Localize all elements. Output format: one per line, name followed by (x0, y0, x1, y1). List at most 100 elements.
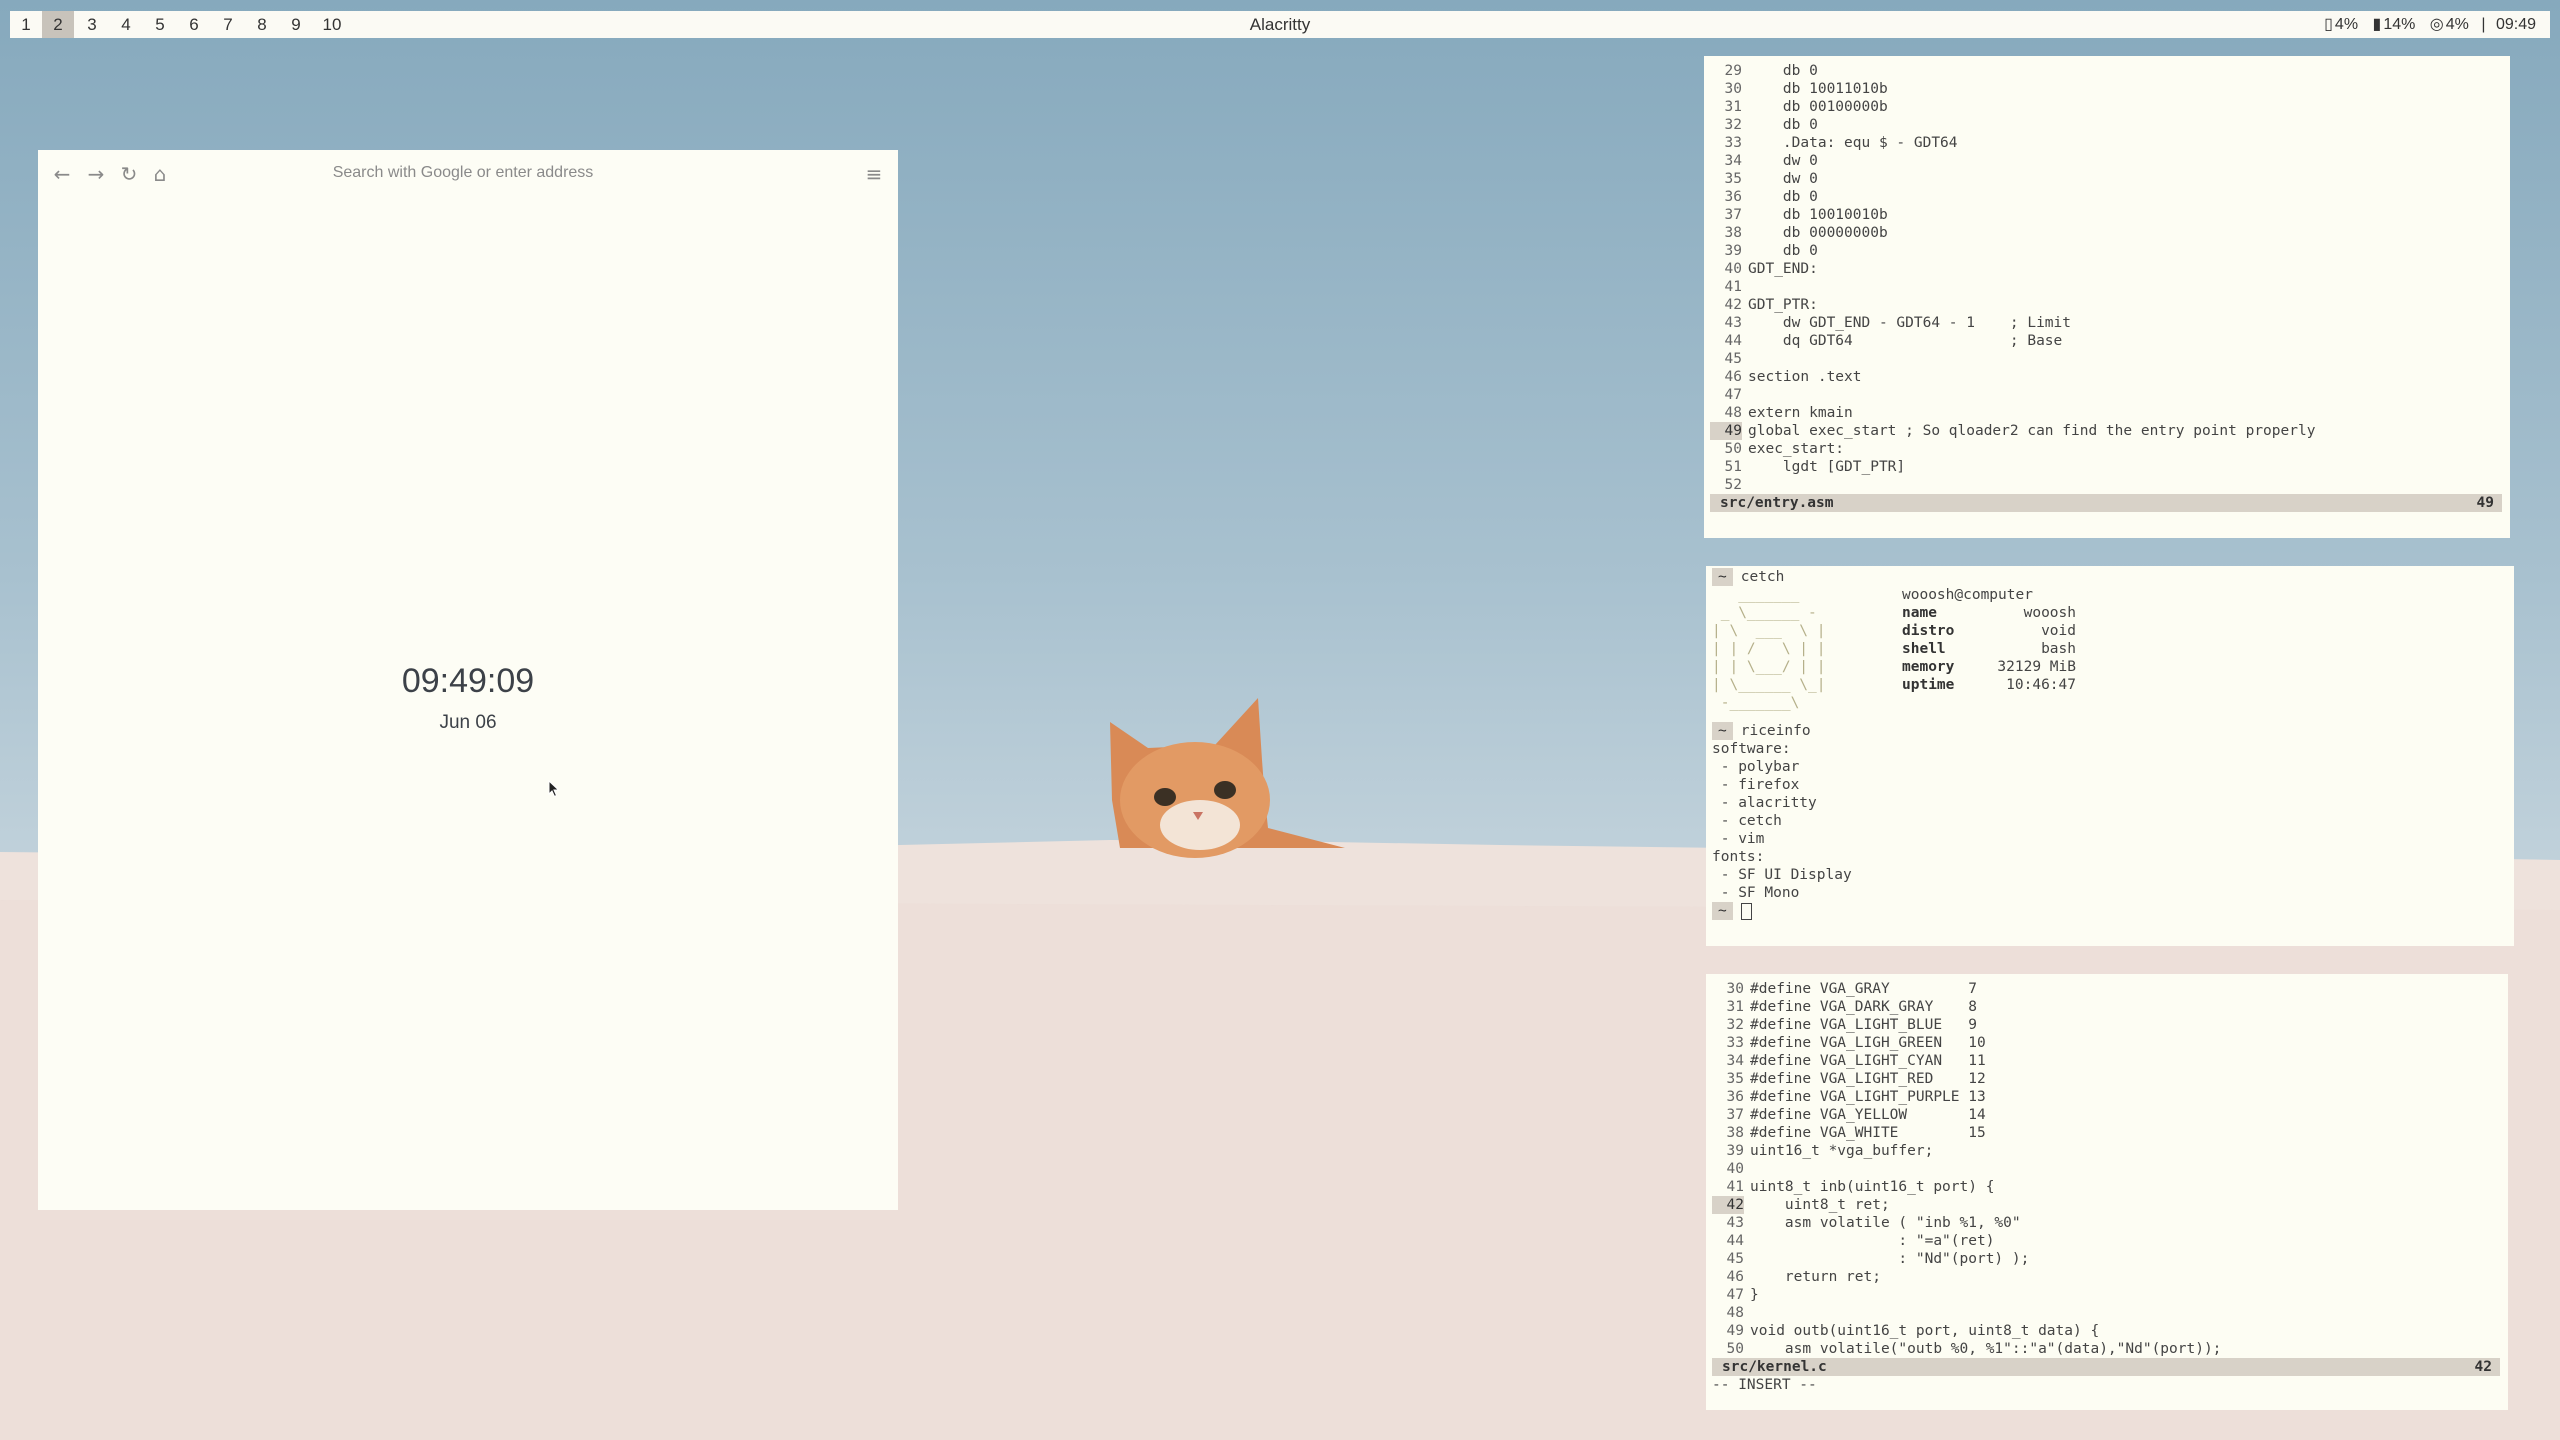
code-line: 33 .Data: equ $ - GDT64 (1704, 134, 2510, 152)
ascii-logo-line: _______ (1712, 587, 1800, 603)
code-line: 41 uint8_t inb(uint16_t port) { (1706, 1178, 2508, 1196)
prompt-line: ~ (1712, 902, 1752, 920)
reload-icon[interactable]: ↻ (117, 162, 141, 186)
workspace-1[interactable]: 1 (10, 11, 42, 38)
workspace-6[interactable]: 6 (178, 11, 210, 38)
back-arrow-icon[interactable]: ← (50, 162, 74, 186)
newtab-date: Jun 06 (439, 712, 497, 733)
line-text: dw 0 (1748, 153, 1818, 169)
workspace-3[interactable]: 3 (76, 11, 108, 38)
polybar: 1 2 3 4 5 6 7 8 9 10 Alacritty ▯ 4% ▮ 14% … (10, 11, 2550, 38)
line-number: 43 (1726, 1215, 1744, 1231)
code-line: 36 db 0 (1704, 188, 2510, 206)
url-bar[interactable]: Search with Google or enter address (253, 158, 673, 188)
code-line: 43 asm volatile ( "inb %1, %0" (1706, 1214, 2508, 1232)
workspace-2[interactable]: 2 (42, 11, 74, 38)
vim-kernel-c-window[interactable]: 30 #define VGA_GRAY 7 31 #define VGA_DARK_G… (1706, 974, 2508, 1410)
code-line: 38 #define VGA_WHITE 15 (1706, 1124, 2508, 1142)
riceinfo-line: - firefox (1712, 777, 1800, 793)
code-line: 42 GDT_PTR: (1704, 296, 2510, 314)
text-cursor (1740, 902, 1752, 920)
line-number: 41 (1726, 1179, 1744, 1195)
line-text: dw 0 (1748, 171, 1818, 187)
workspace-5[interactable]: 5 (144, 11, 176, 38)
workspace-4[interactable]: 4 (110, 11, 142, 38)
code-line: 34 #define VGA_LIGHT_CYAN 11 (1706, 1052, 2508, 1070)
vim-entry-asm-window[interactable]: 29 db 0 30 db 10011010b 31 db 00100000b 32 … (1704, 56, 2510, 538)
code-line: 48 (1706, 1304, 2508, 1322)
line-text: lgdt [GDT_PTR] (1748, 459, 1906, 475)
forward-arrow-icon[interactable]: → (84, 162, 108, 186)
statusline-filename: src/kernel.c (1722, 1359, 1827, 1375)
line-number: 42 (1712, 1196, 1744, 1214)
line-text: db 0 (1748, 243, 1818, 259)
code-line: 32 #define VGA_LIGHT_BLUE 9 (1706, 1016, 2508, 1034)
line-text: asm volatile("outb %0, %1"::"a"(data),"N… (1750, 1341, 2222, 1357)
prompt-line: ~ riceinfo (1712, 722, 1811, 740)
workspace-10[interactable]: 10 (316, 11, 348, 38)
line-number: 49 (1710, 422, 1742, 440)
info-value: void (2041, 623, 2076, 639)
line-number: 38 (1724, 225, 1742, 241)
statusline-filename: src/entry.asm (1720, 495, 1834, 511)
code-line: 47 (1704, 386, 2510, 404)
ascii-logo-line: _ \______ - (1712, 605, 1817, 621)
home-icon[interactable]: ⌂ (148, 162, 172, 186)
info-key: distro (1902, 623, 1955, 639)
line-number: 33 (1724, 135, 1742, 151)
workspace-7[interactable]: 7 (212, 11, 244, 38)
line-text: db 00100000b (1748, 99, 1888, 115)
line-number: 48 (1724, 405, 1742, 421)
code-line: 52 (1704, 476, 2510, 494)
line-text: #define VGA_LIGHT_PURPLE 13 (1750, 1089, 1986, 1105)
line-number: 34 (1726, 1053, 1744, 1069)
code-line: 38 db 00000000b (1704, 224, 2510, 242)
info-key: uptime (1902, 677, 1955, 693)
line-text: global exec_start ; So qloader2 can find… (1748, 423, 2316, 439)
user-host: wooosh@computer (1902, 587, 2033, 603)
info-value: bash (2041, 641, 2076, 657)
line-text: extern kmain (1748, 405, 1853, 421)
ascii-logo-line: | | / \ | | (1712, 641, 1826, 657)
ascii-logo-line: -_______\ (1712, 695, 1800, 711)
line-number: 44 (1724, 333, 1742, 349)
line-number: 52 (1724, 477, 1742, 493)
menu-icon[interactable]: ≡ (862, 162, 886, 186)
line-number: 34 (1724, 153, 1742, 169)
line-number: 37 (1724, 207, 1742, 223)
line-number: 47 (1724, 387, 1742, 403)
line-number: 31 (1726, 999, 1744, 1015)
line-number: 45 (1724, 351, 1742, 367)
code-line: 35 dw 0 (1704, 170, 2510, 188)
code-line: 31 db 00100000b (1704, 98, 2510, 116)
riceinfo-line: - SF UI Display (1712, 867, 1852, 883)
workspace-9[interactable]: 9 (280, 11, 312, 38)
info-value: 32129 MiB (1997, 659, 2076, 675)
line-text: section .text (1748, 369, 1862, 385)
line-text: exec_start: (1748, 441, 1845, 457)
code-line: 39 db 0 (1704, 242, 2510, 260)
code-line: 37 #define VGA_YELLOW 14 (1706, 1106, 2508, 1124)
line-number: 33 (1726, 1035, 1744, 1051)
line-number: 50 (1724, 441, 1742, 457)
command: riceinfo (1740, 723, 1811, 739)
line-text: #define VGA_LIGHT_CYAN 11 (1750, 1053, 1986, 1069)
line-text: #define VGA_LIGH_GREEN 10 (1750, 1035, 1986, 1051)
mouse-pointer-icon (548, 780, 560, 798)
riceinfo-line: fonts: (1712, 849, 1765, 865)
separator: | (2481, 16, 2486, 33)
vim-statusline: src/kernel.c 42 (1712, 1358, 2500, 1376)
line-number: 40 (1726, 1161, 1744, 1177)
terminal-window[interactable]: ~ cetch _______ _ \______ - | \ ___ \ | | |… (1706, 566, 2514, 946)
code-line: 40 GDT_END: (1704, 260, 2510, 278)
command: cetch (1740, 569, 1785, 585)
line-text: #define VGA_DARK_GRAY 8 (1750, 999, 1977, 1015)
info-key: shell (1902, 641, 1946, 657)
cpu-icon: ◎ (2429, 16, 2444, 33)
line-text: #define VGA_YELLOW 14 (1750, 1107, 1986, 1123)
line-number: 43 (1724, 315, 1742, 331)
cpu-value: 4% (2445, 16, 2469, 33)
info-value: wooosh (2023, 605, 2076, 621)
workspace-8[interactable]: 8 (246, 11, 278, 38)
line-number: 41 (1724, 279, 1742, 295)
